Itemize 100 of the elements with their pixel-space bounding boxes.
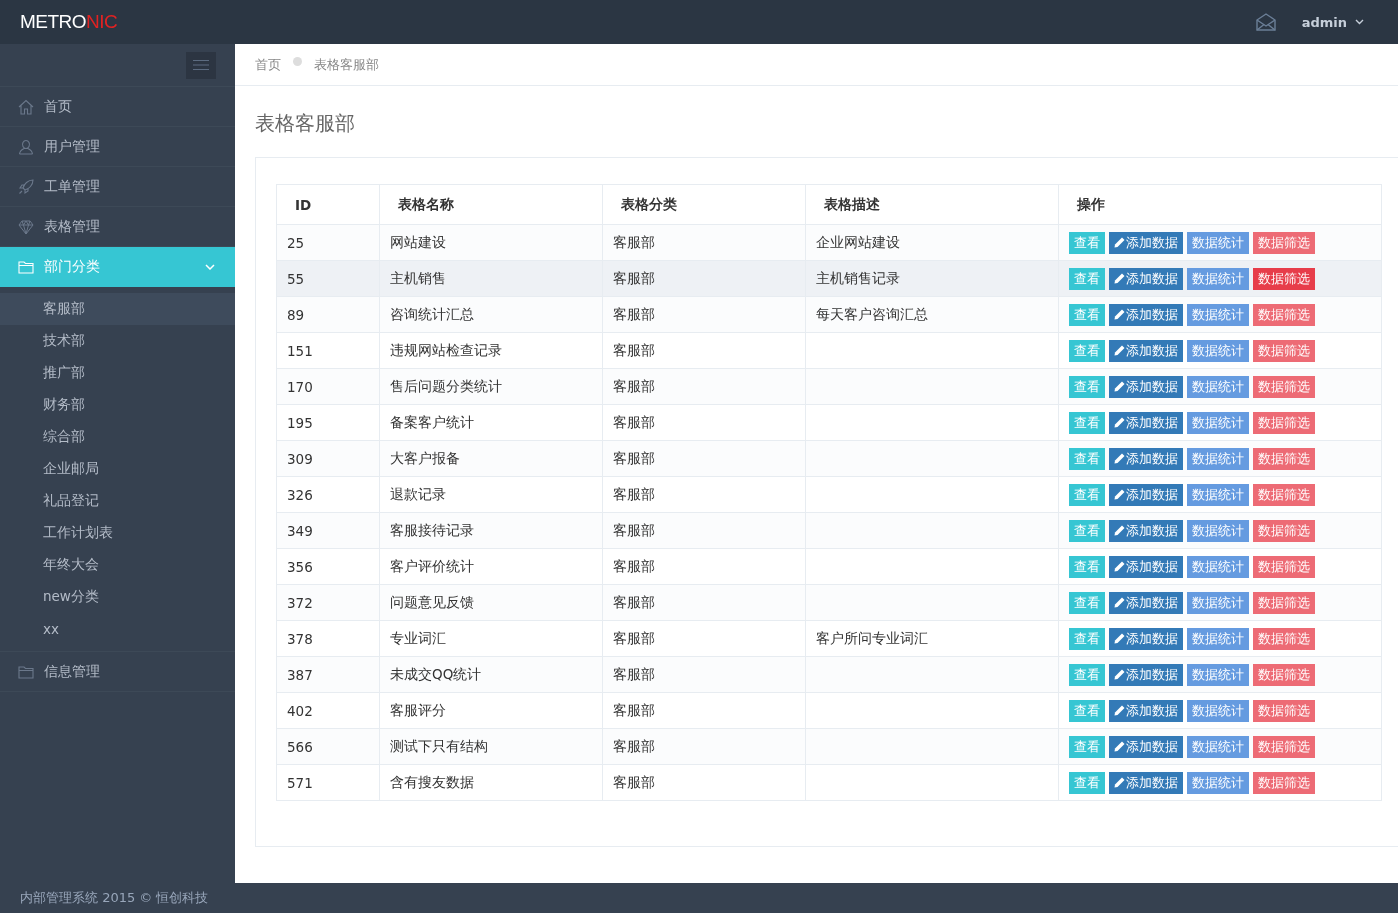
view-button[interactable]: 查看 [1069, 555, 1105, 578]
id-cell: 566 [276, 728, 380, 765]
view-button[interactable]: 查看 [1069, 771, 1105, 794]
statistics-button[interactable]: 数据统计 [1187, 231, 1249, 254]
statistics-button[interactable]: 数据统计 [1187, 591, 1249, 614]
view-button[interactable]: 查看 [1069, 411, 1105, 434]
menu-toggle-icon[interactable] [186, 51, 216, 79]
view-button[interactable]: 查看 [1069, 303, 1105, 326]
table-row[interactable]: 89 咨询统计汇总 客服部 每天客户咨询汇总 查看 添加数据 数据统计 数据筛选 [276, 296, 1382, 333]
submenu-item[interactable]: 推广部 [0, 357, 235, 389]
view-button[interactable]: 查看 [1069, 231, 1105, 254]
table-row[interactable]: 25 网站建设 客服部 企业网站建设 查看 添加数据 数据统计 数据筛选 [276, 224, 1382, 261]
table-row[interactable]: 387 未成交QQ统计 客服部 查看 添加数据 数据统计 数据筛选 [276, 656, 1382, 693]
submenu-item[interactable]: 礼品登记 [0, 485, 235, 517]
add-data-button[interactable]: 添加数据 [1109, 447, 1183, 470]
filter-button[interactable]: 数据筛选 [1253, 519, 1315, 542]
envelope-icon[interactable] [1255, 13, 1276, 31]
table-row[interactable]: 571 含有搜友数据 客服部 查看 添加数据 数据统计 数据筛选 [276, 764, 1382, 801]
view-button[interactable]: 查看 [1069, 663, 1105, 686]
filter-button[interactable]: 数据筛选 [1253, 591, 1315, 614]
breadcrumb-link[interactable]: 表格客服部 [314, 55, 379, 74]
statistics-button[interactable]: 数据统计 [1187, 519, 1249, 542]
table-row[interactable]: 326 退款记录 客服部 查看 添加数据 数据统计 数据筛选 [276, 476, 1382, 513]
statistics-button[interactable]: 数据统计 [1187, 411, 1249, 434]
add-data-button[interactable]: 添加数据 [1109, 411, 1183, 434]
category-cell: 客服部 [602, 728, 806, 765]
add-data-button[interactable]: 添加数据 [1109, 231, 1183, 254]
statistics-button[interactable]: 数据统计 [1187, 339, 1249, 362]
filter-button[interactable]: 数据筛选 [1253, 735, 1315, 758]
filter-button[interactable]: 数据筛选 [1253, 699, 1315, 722]
add-data-button[interactable]: 添加数据 [1109, 699, 1183, 722]
filter-button[interactable]: 数据筛选 [1253, 483, 1315, 506]
add-data-button[interactable]: 添加数据 [1109, 627, 1183, 650]
statistics-button[interactable]: 数据统计 [1187, 771, 1249, 794]
add-data-button[interactable]: 添加数据 [1109, 519, 1183, 542]
statistics-button[interactable]: 数据统计 [1187, 447, 1249, 470]
statistics-button[interactable]: 数据统计 [1187, 735, 1249, 758]
submenu-item[interactable]: xx [0, 613, 235, 645]
submenu-item[interactable]: 客服部 [0, 293, 235, 325]
filter-button[interactable]: 数据筛选 [1253, 771, 1315, 794]
view-button[interactable]: 查看 [1069, 339, 1105, 362]
submenu-item[interactable]: 工作计划表 [0, 517, 235, 549]
filter-button[interactable]: 数据筛选 [1253, 339, 1315, 362]
add-data-button[interactable]: 添加数据 [1109, 771, 1183, 794]
table-row[interactable]: 566 测试下只有结构 客服部 查看 添加数据 数据统计 数据筛选 [276, 728, 1382, 765]
view-button[interactable]: 查看 [1069, 267, 1105, 290]
submenu-item[interactable]: 综合部 [0, 421, 235, 453]
filter-button[interactable]: 数据筛选 [1253, 267, 1315, 290]
add-data-button[interactable]: 添加数据 [1109, 483, 1183, 506]
add-data-button[interactable]: 添加数据 [1109, 591, 1183, 614]
add-data-button[interactable]: 添加数据 [1109, 303, 1183, 326]
statistics-button[interactable]: 数据统计 [1187, 267, 1249, 290]
add-data-button[interactable]: 添加数据 [1109, 375, 1183, 398]
filter-button[interactable]: 数据筛选 [1253, 627, 1315, 650]
table-row[interactable]: 151 违规网站检查记录 客服部 查看 添加数据 数据统计 数据筛选 [276, 332, 1382, 369]
breadcrumb-link[interactable]: 首页 [255, 55, 281, 74]
view-button[interactable]: 查看 [1069, 375, 1105, 398]
table-row[interactable]: 170 售后问题分类统计 客服部 查看 添加数据 数据统计 数据筛选 [276, 368, 1382, 405]
table-row[interactable]: 356 客户评价统计 客服部 查看 添加数据 数据统计 数据筛选 [276, 548, 1382, 585]
table-row[interactable]: 195 备案客户统计 客服部 查看 添加数据 数据统计 数据筛选 [276, 404, 1382, 441]
table-row[interactable]: 55 主机销售 客服部 主机销售记录 查看 添加数据 数据统计 数据筛选 [276, 260, 1382, 297]
submenu-item[interactable]: 年终大会 [0, 549, 235, 581]
statistics-button[interactable]: 数据统计 [1187, 663, 1249, 686]
sidebar-item[interactable]: 部门分类 [0, 247, 235, 287]
view-button[interactable]: 查看 [1069, 519, 1105, 542]
view-button[interactable]: 查看 [1069, 447, 1105, 470]
view-button[interactable]: 查看 [1069, 699, 1105, 722]
statistics-button[interactable]: 数据统计 [1187, 483, 1249, 506]
add-data-button[interactable]: 添加数据 [1109, 735, 1183, 758]
add-data-button[interactable]: 添加数据 [1109, 267, 1183, 290]
add-data-button[interactable]: 添加数据 [1109, 339, 1183, 362]
logo[interactable]: METRONIC [20, 11, 118, 33]
statistics-button[interactable]: 数据统计 [1187, 627, 1249, 650]
add-data-button[interactable]: 添加数据 [1109, 555, 1183, 578]
filter-button[interactable]: 数据筛选 [1253, 375, 1315, 398]
statistics-button[interactable]: 数据统计 [1187, 375, 1249, 398]
table-row[interactable]: 349 客服接待记录 客服部 查看 添加数据 数据统计 数据筛选 [276, 512, 1382, 549]
user-menu[interactable]: admin [1301, 14, 1364, 30]
filter-button[interactable]: 数据筛选 [1253, 411, 1315, 434]
filter-button[interactable]: 数据筛选 [1253, 555, 1315, 578]
view-button[interactable]: 查看 [1069, 627, 1105, 650]
filter-button[interactable]: 数据筛选 [1253, 447, 1315, 470]
table-row[interactable]: 372 问题意见反馈 客服部 查看 添加数据 数据统计 数据筛选 [276, 584, 1382, 621]
table-row[interactable]: 309 大客户报备 客服部 查看 添加数据 数据统计 数据筛选 [276, 440, 1382, 477]
submenu-item[interactable]: 技术部 [0, 325, 235, 357]
statistics-button[interactable]: 数据统计 [1187, 303, 1249, 326]
table-row[interactable]: 402 客服评分 客服部 查看 添加数据 数据统计 数据筛选 [276, 692, 1382, 729]
statistics-button[interactable]: 数据统计 [1187, 699, 1249, 722]
submenu-item[interactable]: 企业邮局 [0, 453, 235, 485]
view-button[interactable]: 查看 [1069, 735, 1105, 758]
submenu-item[interactable]: 财务部 [0, 389, 235, 421]
filter-button[interactable]: 数据筛选 [1253, 303, 1315, 326]
filter-button[interactable]: 数据筛选 [1253, 663, 1315, 686]
view-button[interactable]: 查看 [1069, 483, 1105, 506]
filter-button[interactable]: 数据筛选 [1253, 231, 1315, 254]
statistics-button[interactable]: 数据统计 [1187, 555, 1249, 578]
table-row[interactable]: 378 专业词汇 客服部 客户所问专业词汇 查看 添加数据 数据统计 数据筛选 [276, 620, 1382, 657]
submenu-item[interactable]: new分类 [0, 581, 235, 613]
view-button[interactable]: 查看 [1069, 591, 1105, 614]
add-data-button[interactable]: 添加数据 [1109, 663, 1183, 686]
